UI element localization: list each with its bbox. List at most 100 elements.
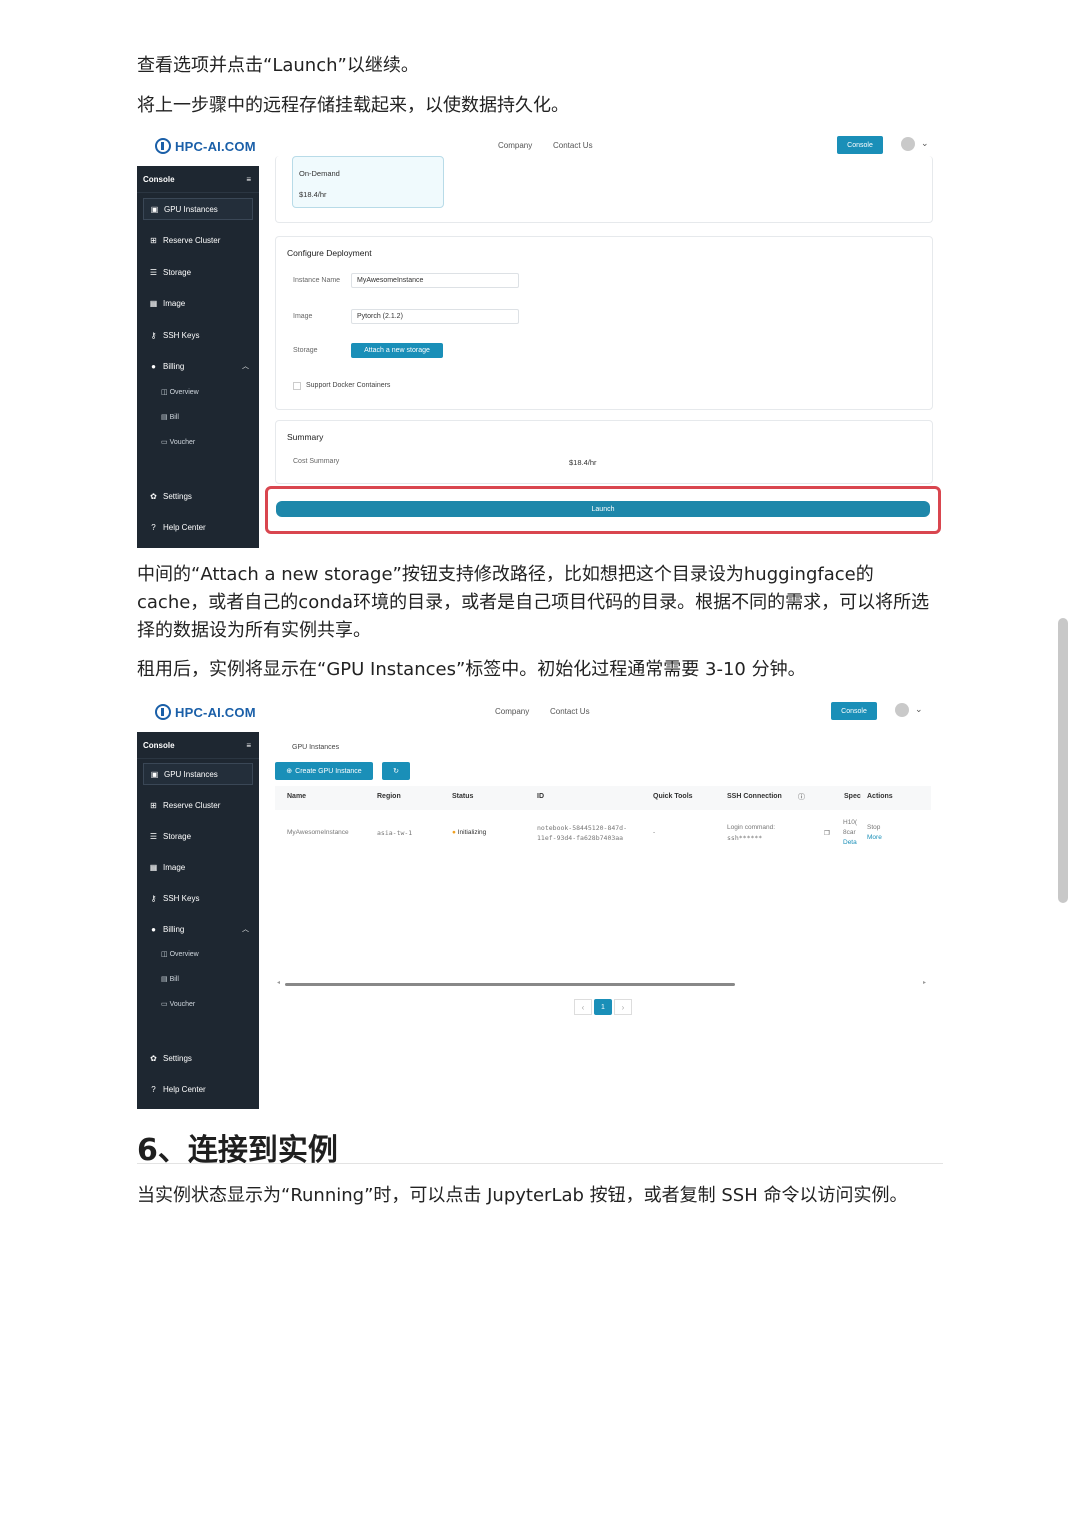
- screenshot-gpu-instances: HPC-AI.COM Company Contact Us Console ⌄ …: [137, 698, 943, 1109]
- sidebar-item-help-center[interactable]: ? Help Center: [143, 1078, 253, 1100]
- sidebar-item-gpu-instances[interactable]: ▣ GPU Instances: [143, 198, 253, 220]
- grid-icon: ▦: [149, 298, 158, 308]
- info-icon[interactable]: ⓘ: [798, 792, 805, 802]
- sidebar-header: Console ≡: [137, 166, 259, 193]
- storage-icon: ☰: [149, 831, 158, 841]
- docker-checkbox[interactable]: [293, 382, 301, 390]
- more-action[interactable]: More: [867, 834, 882, 841]
- user-avatar-icon[interactable]: [901, 137, 915, 151]
- voucher-icon: ▭: [161, 439, 170, 446]
- help-icon: ?: [151, 1084, 156, 1094]
- sidebar-item-image[interactable]: ▦ Image: [143, 292, 253, 314]
- prev-page-button[interactable]: ‹: [574, 999, 592, 1015]
- summary-title: Summary: [287, 432, 324, 442]
- console-button[interactable]: Console: [837, 136, 883, 154]
- nav-company[interactable]: Company: [495, 707, 529, 716]
- sidebar-item-image[interactable]: ▦ Image: [143, 856, 253, 878]
- sidebar-item-reserve-cluster[interactable]: ⊞ Reserve Cluster: [143, 794, 253, 816]
- paragraph-launch: 查看选项并点击“Launch”以继续。: [137, 55, 419, 76]
- grid-icon: ▦: [149, 862, 158, 872]
- overview-icon: ◫: [161, 951, 170, 958]
- sidebar-sub-voucher[interactable]: ▭ Voucher: [161, 1000, 195, 1008]
- create-gpu-instance-button[interactable]: ⊕ Create GPU Instance: [275, 762, 373, 780]
- horizontal-scrollbar[interactable]: [285, 983, 735, 986]
- chevron-up-icon: ︿: [242, 363, 249, 370]
- next-page-button[interactable]: ›: [614, 999, 632, 1015]
- sidebar-item-storage[interactable]: ☰ Storage: [143, 825, 253, 847]
- sidebar-item-settings[interactable]: ✿ Settings: [143, 485, 253, 507]
- cluster-icon: ⊞: [150, 235, 157, 245]
- configure-deployment-card: Configure Deployment Instance Name MyAwe…: [275, 236, 933, 410]
- breadcrumb[interactable]: GPU Instances: [292, 744, 339, 751]
- sidebar: Console ≡ ▣ GPU Instances ⊞ Reserve Cluste…: [137, 166, 259, 548]
- sidebar-header: Console ≡: [137, 732, 259, 759]
- attach-storage-button[interactable]: Attach a new storage: [351, 343, 443, 358]
- help-icon: ?: [151, 522, 156, 532]
- console-button[interactable]: Console: [831, 702, 877, 720]
- logo-icon: [155, 138, 171, 154]
- overview-icon: ◫: [161, 389, 170, 396]
- user-avatar-icon[interactable]: [895, 703, 909, 717]
- logo: HPC-AI.COM: [155, 138, 256, 154]
- voucher-icon: ▭: [161, 1001, 170, 1008]
- billing-icon: ●: [151, 361, 156, 371]
- table-header: [275, 786, 931, 810]
- chevron-down-icon[interactable]: ⌄: [915, 704, 923, 715]
- chevron-up-icon: ︿: [242, 926, 249, 933]
- sidebar-item-gpu-instances[interactable]: ▣ GPU Instances: [143, 763, 253, 785]
- scroll-left-icon[interactable]: ◂: [277, 979, 280, 986]
- sidebar-sub-bill[interactable]: ▤ Bill: [161, 413, 179, 421]
- page-scrollbar[interactable]: [1058, 618, 1068, 903]
- collapse-icon[interactable]: ≡: [246, 175, 251, 184]
- sidebar-item-ssh-keys[interactable]: ⚷ SSH Keys: [143, 887, 253, 909]
- spec-details-link[interactable]: Deta: [843, 839, 857, 846]
- logo: HPC-AI.COM: [155, 704, 256, 720]
- storage-icon: ☰: [149, 267, 158, 277]
- nav-company[interactable]: Company: [498, 141, 532, 150]
- scroll-right-icon[interactable]: ▸: [923, 979, 926, 986]
- instance-name-input[interactable]: MyAwesomeInstance: [351, 273, 519, 288]
- stop-action[interactable]: Stop: [867, 824, 880, 831]
- sidebar-item-ssh-keys[interactable]: ⚷ SSH Keys: [143, 324, 253, 346]
- refresh-icon: ↻: [393, 768, 399, 775]
- collapse-icon[interactable]: ≡: [246, 741, 251, 750]
- paragraph-gpu-instances: 租用后，实例将显示在“GPU Instances”标签中。初始化过程通常需要 3…: [137, 659, 806, 680]
- sidebar-sub-overview[interactable]: ◫ Overview: [161, 950, 199, 958]
- plan-card-on-demand[interactable]: On-Demand $18.4/hr: [292, 156, 444, 208]
- plus-circle-icon: ⊕: [286, 768, 293, 775]
- gear-icon: ✿: [150, 491, 157, 501]
- summary-card: Summary Cost Summary $18.4/hr: [275, 420, 933, 484]
- bill-icon: ▤: [161, 976, 170, 983]
- configure-title: Configure Deployment: [287, 248, 372, 258]
- gear-icon: ✿: [150, 1053, 157, 1063]
- sidebar-sub-overview[interactable]: ◫ Overview: [161, 388, 199, 396]
- screenshot-configure-deployment: HPC-AI.COM Company Contact Us Console ⌄ …: [137, 132, 943, 548]
- nav-contact-us[interactable]: Contact Us: [553, 141, 593, 150]
- sidebar-item-help-center[interactable]: ? Help Center: [143, 516, 253, 538]
- key-icon: ⚷: [150, 330, 157, 340]
- refresh-button[interactable]: ↻: [382, 762, 410, 780]
- sidebar-item-billing[interactable]: ● Billing ︿: [143, 918, 253, 940]
- chevron-down-icon[interactable]: ⌄: [921, 138, 929, 149]
- sidebar-sub-voucher[interactable]: ▭ Voucher: [161, 438, 195, 446]
- heading-divider: [137, 1163, 943, 1164]
- paragraph-mount-storage: 将上一步骤中的远程存储挂载起来，以使数据持久化。: [137, 95, 569, 116]
- page-1-button[interactable]: 1: [594, 999, 612, 1015]
- sidebar-item-storage[interactable]: ☰ Storage: [143, 261, 253, 283]
- billing-icon: ●: [151, 924, 156, 934]
- sidebar-item-billing[interactable]: ● Billing ︿: [143, 355, 253, 377]
- cluster-icon: ⊞: [150, 800, 157, 810]
- nav-contact-us[interactable]: Contact Us: [550, 707, 590, 716]
- paragraph-attach-storage: 中间的“Attach a new storage”按钮支持修改路径，比如想把这个…: [137, 564, 930, 641]
- sidebar-item-reserve-cluster[interactable]: ⊞ Reserve Cluster: [143, 229, 253, 251]
- monitor-icon: ▣: [150, 204, 159, 214]
- monitor-icon: ▣: [150, 769, 159, 779]
- sidebar-sub-bill[interactable]: ▤ Bill: [161, 975, 179, 983]
- image-select[interactable]: Pytorch (2.1.2): [351, 309, 519, 324]
- sidebar-item-settings[interactable]: ✿ Settings: [143, 1047, 253, 1069]
- logo-icon: [155, 704, 171, 720]
- key-icon: ⚷: [150, 893, 157, 903]
- launch-button[interactable]: Launch: [276, 501, 930, 517]
- sidebar: Console ≡ ▣ GPU Instances ⊞ Reserve Cluste…: [137, 732, 259, 1109]
- copy-icon[interactable]: ❐: [824, 829, 830, 837]
